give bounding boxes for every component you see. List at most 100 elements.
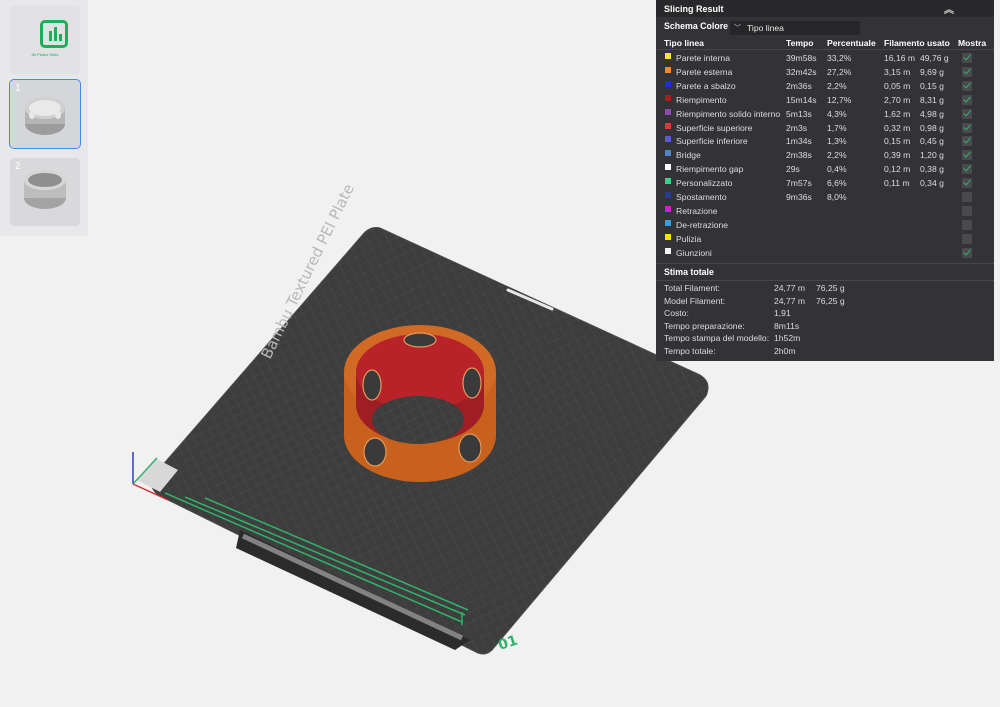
plate-thumb-1[interactable]: 1 (9, 79, 81, 149)
color-swatch (665, 205, 671, 212)
line-type-weight: 0,45 g (920, 136, 944, 147)
line-type-length: 0,05 m (884, 80, 911, 91)
color-swatch (665, 66, 671, 73)
estimate-label: Total Filament: (664, 283, 720, 293)
line-type-time: 39m58s (786, 53, 817, 63)
show-checkbox[interactable] (962, 164, 972, 175)
estimate-title: Stima totale (664, 267, 714, 277)
column-header-show: Mostra (958, 38, 987, 48)
line-type-name: Bridge (676, 150, 701, 161)
chevron-down-icon: ﹀ (734, 25, 741, 32)
line-type-weight: 0,38 g (920, 164, 944, 175)
line-type-weight: 0,98 g (920, 122, 944, 133)
show-checkbox[interactable] (962, 205, 972, 216)
line-type-weight: 49,76 g (920, 53, 949, 63)
show-checkbox[interactable] (962, 122, 972, 133)
show-checkbox[interactable] (962, 94, 972, 105)
estimate-value: 1,91 (774, 308, 791, 319)
color-scheme-row: Schema Colore ﹀ Tipo linea (664, 21, 860, 35)
line-type-length: 0,15 m (884, 136, 911, 147)
estimate-label: Tempo totale: (664, 346, 716, 356)
panel-header: Slicing Result ︽ (656, 0, 994, 17)
table-row: Riempimento gap 29s 0,4% 0,12 m 0,38 g (656, 162, 994, 176)
line-type-time: 15m14s (786, 94, 817, 105)
show-checkbox[interactable] (962, 178, 972, 189)
table-row: De-retrazione (656, 218, 994, 232)
color-swatch (665, 94, 671, 101)
line-type-length: 0,32 m (884, 122, 911, 133)
table-row: Parete esterna 32m42s 27,2% 3,15 m 9,69 g (656, 65, 994, 79)
line-type-time: 1m34s (786, 136, 812, 147)
table-row: Giunzioni (656, 246, 994, 260)
color-scheme-select[interactable]: ﹀ Tipo linea (730, 21, 860, 35)
color-scheme-value: Tipo linea (747, 23, 784, 33)
color-swatch (665, 247, 671, 254)
line-type-time: 32m42s (786, 66, 817, 77)
table-row: Retrazione (656, 204, 994, 218)
line-type-name: Spostamento (676, 192, 727, 202)
line-type-weight: 0,34 g (920, 178, 944, 189)
line-type-length: 3,15 m (884, 66, 911, 77)
show-checkbox[interactable] (962, 66, 972, 77)
table-row: Riempimento solido interno 5m13s 4,3% 1,62 … (656, 107, 994, 121)
table-row: Spostamento 9m36s 8,0% (656, 190, 994, 204)
ring-model[interactable] (344, 325, 496, 482)
line-type-length: 16,16 m (884, 53, 916, 63)
table-row: Pulizia (656, 232, 994, 246)
line-type-weight: 4,98 g (920, 108, 944, 119)
panel-title: Slicing Result (664, 3, 724, 14)
plate-thumb-2[interactable]: 2 (10, 158, 80, 226)
line-type-percent: 12,7% (827, 94, 852, 105)
show-checkbox[interactable] (962, 233, 972, 244)
color-swatch (665, 136, 671, 143)
collapse-icon[interactable]: ︽ (944, 1, 986, 16)
line-type-length: 2,70 m (884, 94, 911, 105)
show-checkbox[interactable] (962, 136, 972, 147)
line-type-percent: 8,0% (827, 192, 847, 202)
show-checkbox[interactable] (962, 150, 972, 161)
line-type-name: Retrazione (676, 205, 718, 216)
line-type-weight: 8,31 g (920, 94, 944, 105)
estimate-weight: 76,25 g (816, 295, 845, 306)
show-checkbox[interactable] (962, 219, 972, 230)
line-type-name: Parete interna (676, 53, 730, 63)
show-checkbox[interactable] (962, 108, 972, 119)
line-type-percent: 27,2% (827, 66, 852, 77)
estimate-value: 1h52m (774, 333, 801, 344)
line-type-percent: 33,2% (827, 53, 852, 63)
color-swatch (665, 122, 671, 129)
line-type-percent: 1,7% (827, 122, 847, 133)
table-row: Parete interna 39m58s 33,2% 16,16 m 49,76 g (656, 51, 994, 65)
table-row: Parete a sbalzo 2m36s 2,2% 0,05 m 0,15 g (656, 79, 994, 93)
table-row: Superficie superiore 2m3s 1,7% 0,32 m 0,98 g (656, 121, 994, 135)
estimate-divider (656, 280, 994, 281)
color-swatch (665, 164, 671, 171)
slicing-result-panel: Slicing Result ︽ Schema Colore ﹀ Tipo li… (656, 0, 994, 361)
line-type-name: Superficie superiore (676, 122, 753, 133)
show-checkbox[interactable] (962, 53, 972, 63)
column-header-filament: Filamento usato (884, 38, 950, 48)
estimate-label: Costo: (664, 308, 689, 319)
line-type-name: Giunzioni (676, 247, 712, 258)
line-type-length: 0,39 m (884, 150, 911, 161)
line-type-name: Parete esterna (676, 66, 733, 77)
show-checkbox[interactable] (962, 192, 972, 202)
estimate-label: Tempo preparazione: (664, 320, 745, 331)
line-type-weight: 9,69 g (920, 66, 944, 77)
estimate-value: 24,77 m (774, 283, 806, 293)
header-divider (656, 49, 994, 50)
line-type-time: 29s (786, 164, 800, 175)
color-swatch (665, 219, 671, 226)
show-checkbox[interactable] (962, 247, 972, 258)
color-scheme-label: Schema Colore (664, 21, 729, 31)
stats-icon (40, 20, 68, 48)
show-checkbox[interactable] (962, 80, 972, 91)
estimate-value: 24,77 m (774, 295, 806, 306)
line-type-percent: 6,6% (827, 178, 847, 189)
line-type-percent: 1,3% (827, 136, 847, 147)
line-type-name: De-retrazione (676, 219, 729, 230)
line-type-percent: 2,2% (827, 150, 847, 161)
all-plates-stats-thumb[interactable]: All Plates Stats (10, 6, 80, 74)
column-header-percent: Percentuale (827, 38, 876, 48)
color-swatch (665, 80, 671, 87)
